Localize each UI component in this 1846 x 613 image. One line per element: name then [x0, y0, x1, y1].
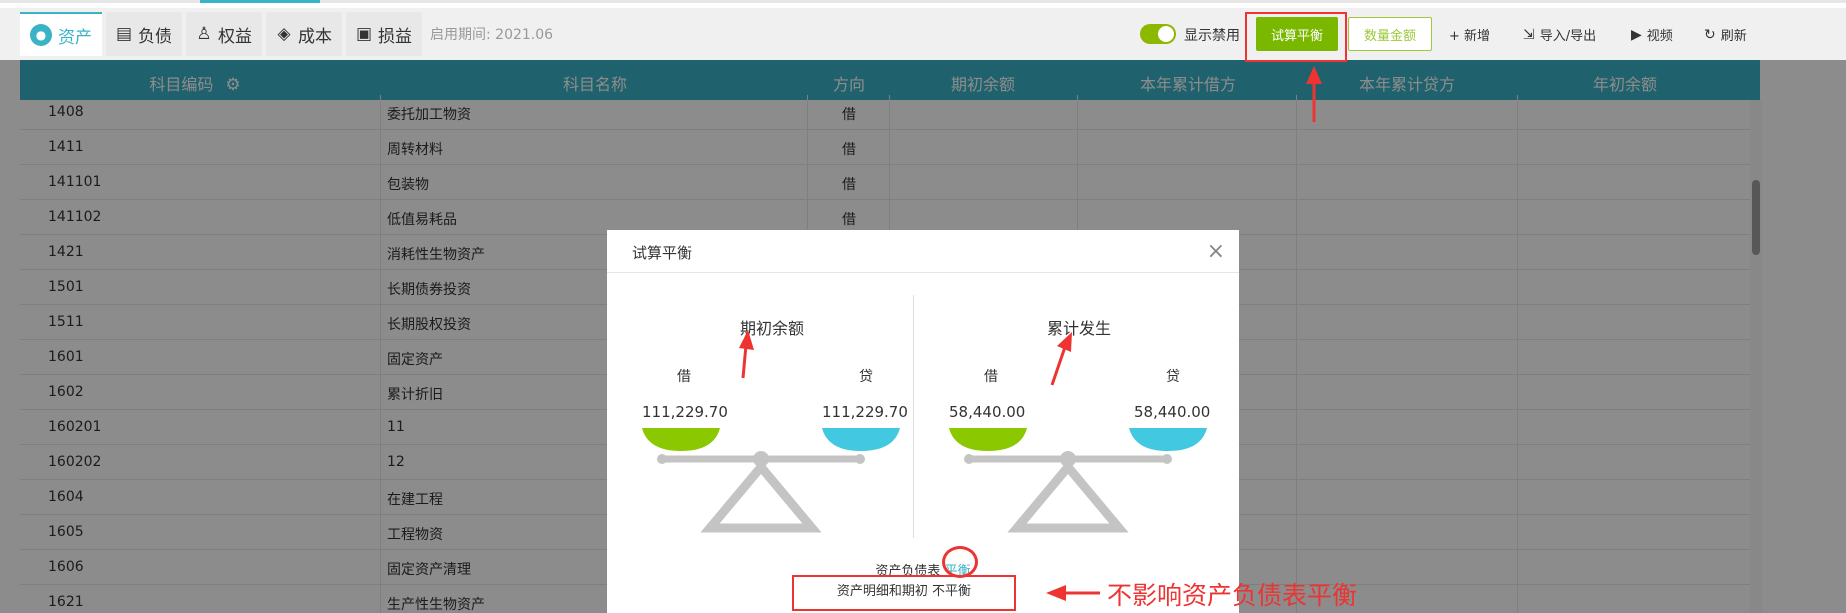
app-root: ● 资产 ▤ 负债 ♙ 权益 ◈ 成本 ▣ 损益 启用期间: 2021.06 显示禁用 试… [0, 0, 1846, 613]
arrow-to-opening-title [741, 344, 748, 379]
arrow-to-cumulative-title [1050, 346, 1067, 386]
annotation-arrows [739, 66, 1322, 601]
